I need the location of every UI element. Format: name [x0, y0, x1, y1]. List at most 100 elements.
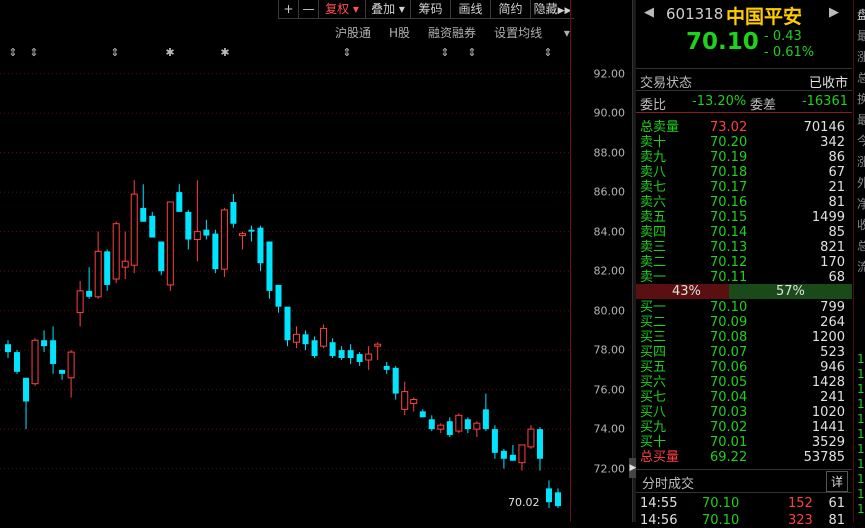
- candlestick[interactable]: [383, 361, 390, 374]
- candlestick[interactable]: [212, 229, 219, 274]
- candlestick[interactable]: [275, 284, 282, 313]
- sell-level-row[interactable]: 卖二 70.12 170: [640, 255, 849, 270]
- event-marker[interactable]: ✱: [165, 46, 174, 59]
- buy-level-row[interactable]: 买五 70.06 946: [640, 360, 849, 375]
- draw-line-button[interactable]: 画线: [450, 0, 490, 19]
- sell-level-row[interactable]: 卖一 70.11 68: [640, 270, 849, 285]
- candlestick[interactable]: [428, 415, 435, 432]
- ticks-detail-button[interactable]: 详: [825, 471, 848, 492]
- candlestick[interactable]: [284, 306, 291, 347]
- candlestick[interactable]: [94, 231, 102, 299]
- kline-chart[interactable]: ⇕ ⇕ ⇕ ✱ ✱ ⇕ ⇕ ⇕ ⇕: [0, 0, 570, 522]
- margin-trading-link[interactable]: 融资融券: [428, 24, 476, 41]
- buy-level-row[interactable]: 买四 70.07 523: [640, 345, 849, 360]
- candlestick[interactable]: [419, 409, 426, 418]
- candlestick[interactable]: [104, 249, 111, 291]
- candlestick[interactable]: [86, 267, 93, 299]
- buy-level-row[interactable]: 买七 70.04 241: [640, 390, 849, 405]
- zoom-out-button[interactable]: —: [298, 0, 318, 19]
- event-marker[interactable]: ⇕: [8, 46, 17, 59]
- ma-settings-dropdown[interactable]: 设置均线 ▾: [494, 24, 570, 41]
- candlestick[interactable]: [166, 201, 174, 291]
- candlestick[interactable]: [266, 241, 273, 299]
- sell-level-row[interactable]: 卖五 70.15 1499: [640, 210, 849, 225]
- candlestick[interactable]: [555, 488, 561, 509]
- candlestick[interactable]: [257, 225, 264, 272]
- candlestick[interactable]: [338, 346, 345, 360]
- candlestick[interactable]: [410, 397, 418, 412]
- candlestick[interactable]: [185, 209, 192, 250]
- candlestick[interactable]: [482, 393, 489, 432]
- candlestick[interactable]: [130, 180, 138, 274]
- sell-level-row[interactable]: 卖十 70.20 342: [640, 135, 849, 150]
- event-marker[interactable]: ⇕: [29, 46, 38, 59]
- sell-level-row[interactable]: 卖七 70.17 21: [640, 180, 849, 195]
- candlestick[interactable]: [500, 448, 507, 469]
- candlestick[interactable]: [220, 207, 228, 278]
- event-marker[interactable]: ⇕: [440, 46, 449, 59]
- event-marker[interactable]: ✱: [220, 46, 229, 59]
- candlestick[interactable]: [320, 324, 328, 349]
- candlestick[interactable]: [527, 425, 535, 449]
- buy-level-row[interactable]: 买八 70.03 1020: [640, 405, 849, 420]
- candlestick[interactable]: [41, 330, 48, 353]
- candlestick[interactable]: [347, 344, 354, 364]
- sell-level-row[interactable]: 卖九 70.19 86: [640, 150, 849, 165]
- sell-level-row[interactable]: 卖六 70.16 81: [640, 195, 849, 210]
- zoom-in-button[interactable]: +: [278, 0, 298, 19]
- sell-level-row[interactable]: 卖四 70.14 85: [640, 225, 849, 240]
- candlestick[interactable]: [374, 342, 382, 360]
- buy-level-row[interactable]: 买三 70.08 1200: [640, 330, 849, 345]
- candlestick[interactable]: [473, 421, 481, 438]
- event-marker[interactable]: ⇕: [110, 46, 119, 59]
- candlestick[interactable]: [193, 180, 201, 262]
- candlestick[interactable]: [392, 365, 399, 400]
- candlestick[interactable]: [203, 219, 210, 240]
- candlestick[interactable]: [437, 423, 445, 434]
- buy-level-row[interactable]: 买六 70.05 1428: [640, 375, 849, 390]
- candlestick[interactable]: [365, 346, 373, 370]
- candlestick[interactable]: [59, 369, 66, 380]
- buy-level-row[interactable]: 买一 70.10 799: [640, 300, 849, 315]
- sell-level-row[interactable]: 卖三 70.13 821: [640, 240, 849, 255]
- candlestick[interactable]: [23, 377, 30, 430]
- candlestick[interactable]: [545, 480, 552, 509]
- overlay-dropdown[interactable]: 叠加 ▾: [365, 0, 410, 19]
- candlestick[interactable]: [491, 425, 498, 459]
- candlestick[interactable]: [238, 231, 246, 250]
- candlestick[interactable]: [5, 340, 11, 359]
- candlestick[interactable]: [121, 231, 129, 280]
- candlestick[interactable]: [293, 326, 301, 349]
- candlestick[interactable]: [149, 211, 156, 238]
- kline-chart-area[interactable]: ⇕ ⇕ ⇕ ✱ ✱ ⇕ ⇕ ⇕ ⇕ + — 复权 ▾ 叠加 ▾ 筹码 画线 简约 隐藏▶▶ 沪股…: [0, 0, 635, 522]
- hk-connect-link[interactable]: 沪股通: [335, 24, 371, 41]
- candlestick[interactable]: [302, 330, 309, 351]
- candlestick[interactable]: [176, 184, 183, 212]
- event-marker[interactable]: ⇕: [342, 46, 351, 59]
- event-marker[interactable]: ⇕: [467, 46, 476, 59]
- candlestick[interactable]: [311, 336, 318, 359]
- chips-button[interactable]: 筹码: [410, 0, 450, 19]
- buy-level-row[interactable]: 买十 70.01 3529: [640, 435, 849, 450]
- h-share-link[interactable]: H股: [389, 24, 410, 41]
- candlestick[interactable]: [401, 381, 409, 416]
- candlestick[interactable]: [31, 338, 39, 386]
- candlestick[interactable]: [446, 417, 453, 438]
- prev-stock-icon[interactable]: ◀: [644, 5, 654, 20]
- buy-level-row[interactable]: 买二 70.09 264: [640, 315, 849, 330]
- candlestick[interactable]: [329, 338, 336, 359]
- candlestick[interactable]: [67, 350, 75, 398]
- candlestick[interactable]: [112, 221, 120, 283]
- simple-mode-button[interactable]: 简约: [490, 0, 530, 19]
- candlestick[interactable]: [518, 444, 526, 471]
- candlestick[interactable]: [248, 225, 255, 242]
- event-marker[interactable]: ⇕: [543, 46, 552, 59]
- candlestick[interactable]: [464, 417, 471, 434]
- sell-level-row[interactable]: 卖八 70.18 67: [640, 165, 849, 180]
- candlestick[interactable]: [158, 241, 165, 276]
- candlestick[interactable]: [230, 194, 237, 228]
- candlestick[interactable]: [76, 281, 84, 327]
- candlestick[interactable]: [50, 326, 57, 374]
- fuquan-dropdown[interactable]: 复权 ▾: [318, 0, 365, 19]
- candlestick[interactable]: [536, 427, 543, 471]
